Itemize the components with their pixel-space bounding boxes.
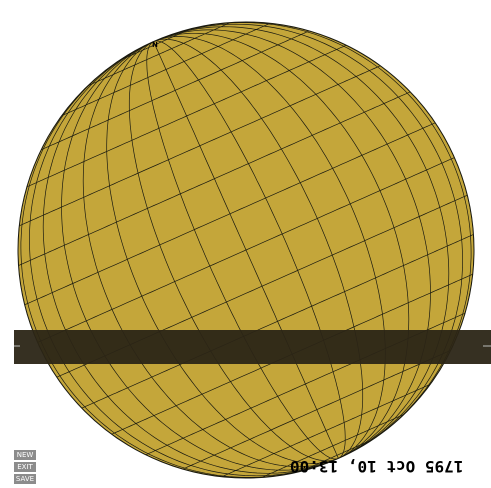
sky-globe-viewer[interactable]: N NEW EXIT SAVE 1795 Oct 10, 13:00 [0, 0, 491, 488]
exit-button[interactable]: EXIT [14, 462, 36, 472]
north-pole-label: N [152, 41, 158, 49]
horizon-shadow-band [14, 330, 491, 364]
save-button[interactable]: SAVE [14, 474, 36, 484]
globe-view[interactable]: N [0, 0, 491, 488]
new-button[interactable]: NEW [14, 450, 36, 460]
timestamp-label: 1795 Oct 10, 13:00 [290, 457, 464, 476]
